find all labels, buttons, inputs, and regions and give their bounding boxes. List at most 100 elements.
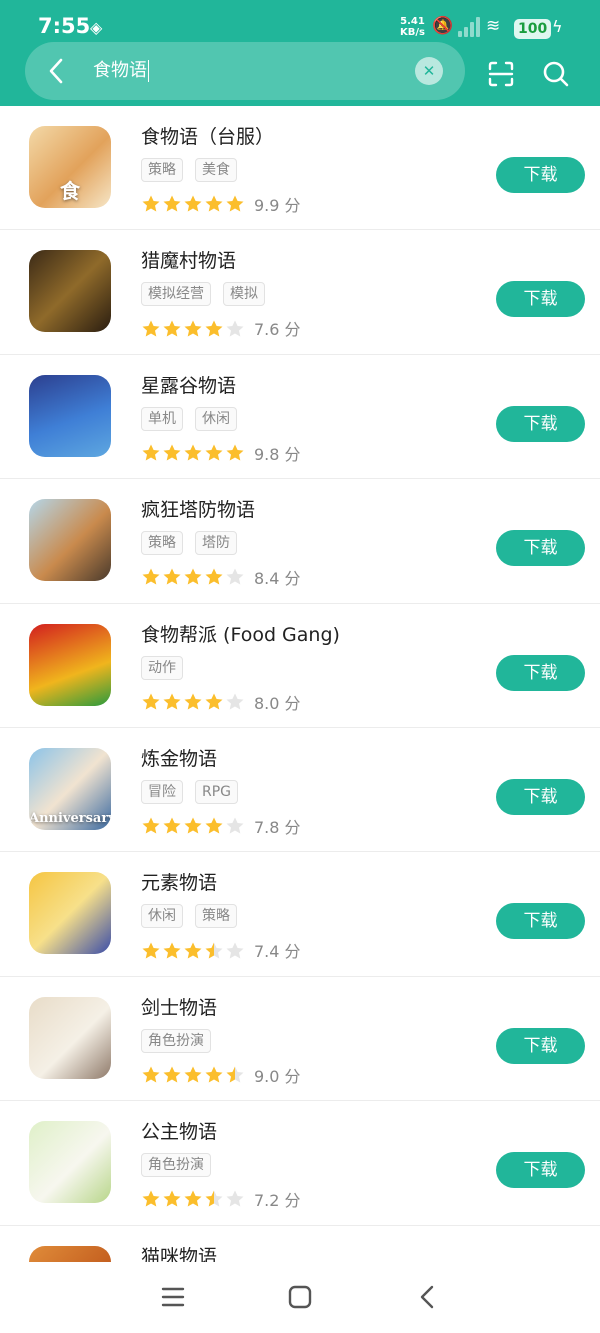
app-icon[interactable] [29, 374, 111, 457]
app-tags: 角色扮演 [141, 1153, 223, 1178]
app-list-item[interactable]: 星露谷物语单机 休闲 9.8 分 下载 [0, 355, 600, 480]
search-box[interactable] [25, 42, 465, 100]
star-full-icon [184, 693, 202, 710]
star-empty-icon [226, 1190, 244, 1207]
star-full-icon [184, 320, 202, 337]
download-button[interactable]: 下载 [496, 530, 585, 567]
search-query-text: 食物语 [93, 60, 147, 81]
app-name[interactable]: 食物帮派 (Food Gang) [141, 620, 340, 647]
app-icon[interactable] [29, 1245, 111, 1262]
app-list-item[interactable]: 元素物语 休闲 策略 7.4 分下载 [0, 852, 600, 977]
download-button[interactable]: 下载 [496, 281, 585, 318]
app-name[interactable]: 猎魔村物语 [141, 246, 236, 273]
battery-indicator: 100 [514, 19, 552, 39]
recent-apps-icon[interactable] [160, 1284, 186, 1310]
search-results-list[interactable]: 食食物语（台服） 策略 美食 9.9 分下载 猎魔村物语 模拟经营 模拟 7.6 分下载 星露谷… [0, 106, 600, 1262]
app-rating: 7.8 分 [141, 814, 301, 837]
app-tags: 策略 美食 [141, 158, 249, 182]
rating-stars [141, 567, 246, 588]
app-list-item[interactable]: 剑士物语角色扮演 9.0 分 下载 [0, 977, 600, 1102]
star-empty-icon [226, 942, 244, 959]
app-rating: 7.6 分 [141, 316, 301, 339]
app-tag: 塔防 [195, 531, 237, 556]
rating-stars [141, 318, 246, 339]
star-half-icon [226, 1066, 244, 1083]
app-score: 9.8 分 [254, 444, 301, 464]
app-name[interactable]: 食物语（台服） [141, 122, 274, 149]
app-name[interactable]: 疯狂塔防物语 [141, 495, 255, 522]
app-list-item[interactable]: 猫咪物语 [0, 1226, 600, 1262]
app-name[interactable]: 星露谷物语 [141, 371, 236, 398]
star-full-icon [184, 444, 202, 461]
star-full-icon [142, 693, 160, 710]
app-icon[interactable] [29, 1121, 111, 1204]
download-button[interactable]: 下载 [496, 405, 585, 442]
app-tags: 动作 [141, 655, 195, 680]
star-full-icon [142, 195, 160, 212]
app-score: 7.2 分 [254, 1191, 301, 1211]
charging-icon: ϟ [552, 17, 563, 36]
app-rating: 9.0 分 [141, 1063, 301, 1086]
app-name[interactable]: 剑士物语 [141, 993, 217, 1020]
app-icon[interactable]: Anniversary [29, 747, 111, 830]
app-list-item[interactable]: 食物帮派 (Food Gang) 动作 8.0 分 下载 [0, 604, 600, 728]
app-score: 7.6 分 [254, 320, 301, 340]
star-full-icon [163, 817, 181, 834]
search-icon[interactable] [542, 60, 570, 88]
scan-icon[interactable] [487, 60, 515, 88]
app-tag: 单机 [141, 406, 183, 431]
app-tags: 单机 休闲 [141, 406, 249, 431]
nfc-icon: ◈ [90, 18, 103, 37]
rating-stars [141, 816, 246, 837]
download-button[interactable]: 下载 [496, 903, 585, 940]
system-nav-bar [0, 1262, 600, 1333]
download-button[interactable]: 下载 [496, 1152, 585, 1189]
mute-bell-icon: 🔕 [432, 16, 454, 36]
app-name[interactable]: 公主物语 [141, 1117, 217, 1144]
app-list-item[interactable]: 疯狂塔防物语 策略 塔防 8.4 分下载 [0, 479, 600, 604]
star-full-icon [184, 1190, 202, 1207]
app-tags: 角色扮演 [141, 1028, 223, 1053]
app-tags: 冒险 RPG [141, 779, 250, 804]
download-button[interactable]: 下载 [496, 778, 585, 815]
star-full-icon [142, 817, 160, 834]
app-list-item[interactable]: 猎魔村物语 模拟经营 模拟 7.6 分 下载 [0, 230, 600, 355]
app-tags: 休闲 策略 [141, 904, 249, 929]
app-icon[interactable] [29, 250, 111, 333]
app-icon[interactable]: 食 [29, 126, 111, 208]
network-speed: 5.41 KB/s [400, 16, 425, 38]
star-full-icon [226, 444, 244, 461]
app-icon[interactable] [29, 996, 111, 1079]
star-full-icon [163, 1190, 181, 1207]
download-button[interactable]: 下载 [496, 1027, 585, 1064]
app-icon[interactable] [29, 499, 111, 582]
system-back-icon[interactable] [415, 1284, 441, 1310]
app-name[interactable]: 猫咪物语 [141, 1242, 217, 1262]
star-full-icon [205, 817, 223, 834]
star-full-icon [205, 444, 223, 461]
app-icon[interactable] [29, 872, 111, 955]
star-full-icon [142, 1066, 160, 1083]
rating-stars [141, 1064, 246, 1085]
app-rating: 9.8 分 [141, 441, 301, 464]
app-tag: RPG [195, 779, 239, 804]
app-tag: 动作 [141, 655, 183, 680]
app-tag: 策略 [195, 904, 237, 929]
cell-signal-icon [456, 15, 480, 37]
app-header: 7:55 ◈ 5.41 KB/s 🔕 ≋ 100 ϟ 食物语 ✕ [0, 0, 600, 106]
app-list-item[interactable]: Anniversary 炼金物语冒险 RPG 7.8 分 下载 [0, 728, 600, 853]
download-button[interactable]: 下载 [496, 654, 585, 691]
app-name[interactable]: 炼金物语 [141, 744, 217, 771]
download-button[interactable]: 下载 [496, 157, 585, 193]
star-empty-icon [226, 568, 244, 585]
star-full-icon [142, 320, 160, 337]
app-icon[interactable] [29, 623, 111, 706]
app-list-item[interactable]: 食 食物语（台服） 策略 美食 9.9 分 下载 [0, 106, 600, 231]
home-icon[interactable] [287, 1284, 313, 1310]
back-arrow-icon[interactable] [44, 57, 70, 85]
clear-search-icon[interactable]: ✕ [415, 57, 443, 85]
app-list-item[interactable]: 公主物语角色扮演 7.2 分 下载 [0, 1101, 600, 1226]
star-half-icon [205, 1190, 223, 1207]
app-name[interactable]: 元素物语 [141, 868, 217, 895]
search-input[interactable]: 食物语 [93, 59, 149, 83]
